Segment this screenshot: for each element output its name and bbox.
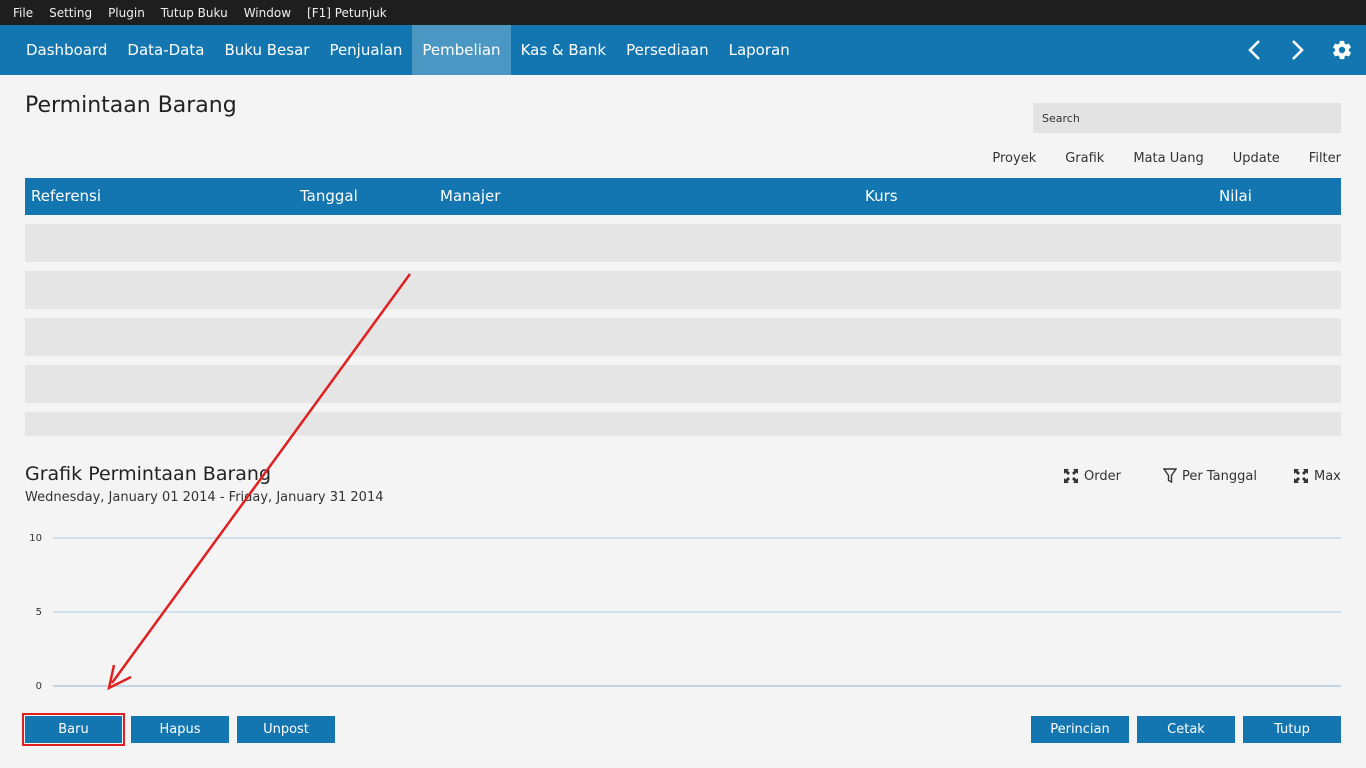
table-row[interactable]	[25, 271, 1341, 309]
y-tick-label: 5	[36, 607, 42, 618]
filter-icon	[1163, 468, 1177, 484]
max-label: Max	[1314, 468, 1341, 484]
y-tick-label: 10	[29, 533, 42, 544]
chart-plot: 10 5 0	[29, 533, 1341, 692]
tab-persediaan[interactable]: Persediaan	[616, 25, 719, 75]
expand-icon	[1064, 469, 1078, 483]
y-tick-label: 0	[36, 681, 42, 692]
cetak-button[interactable]: Cetak	[1137, 716, 1235, 743]
perincian-button[interactable]: Perincian	[1031, 716, 1129, 743]
update-button[interactable]: Update	[1233, 151, 1280, 166]
column-referensi[interactable]: Referensi	[31, 178, 101, 215]
hapus-button[interactable]: Hapus	[131, 716, 229, 743]
table-row[interactable]	[25, 412, 1341, 436]
table-header: Referensi Tanggal Manajer Kurs Nilai	[25, 178, 1341, 215]
menu-window[interactable]: Window	[244, 6, 291, 20]
list-toolbar: Proyek Grafik Mata Uang Update Filter	[963, 151, 1341, 166]
mata-uang-button[interactable]: Mata Uang	[1133, 151, 1203, 166]
menu-plugin[interactable]: Plugin	[108, 6, 145, 20]
page-title: Permintaan Barang	[25, 93, 237, 118]
order-button[interactable]: Order	[1063, 468, 1121, 484]
menu-petunjuk[interactable]: [F1] Petunjuk	[307, 6, 387, 20]
main-nav: Dashboard Data-Data Buku Besar Penjualan…	[0, 25, 1366, 75]
tab-data-data[interactable]: Data-Data	[117, 25, 214, 75]
maximize-icon	[1294, 469, 1308, 483]
tab-dashboard[interactable]: Dashboard	[0, 25, 117, 75]
tab-buku-besar[interactable]: Buku Besar	[214, 25, 319, 75]
unpost-button[interactable]: Unpost	[237, 716, 335, 743]
table-row[interactable]	[25, 318, 1341, 356]
menu-bar: File Setting Plugin Tutup Buku Window [F…	[0, 0, 1366, 25]
column-manajer[interactable]: Manajer	[440, 178, 500, 215]
per-tanggal-button[interactable]: Per Tanggal	[1163, 468, 1257, 484]
tutup-button[interactable]: Tutup	[1243, 716, 1341, 743]
filter-button[interactable]: Filter	[1309, 151, 1341, 166]
chevron-left-icon[interactable]	[1232, 25, 1276, 75]
tab-pembelian[interactable]: Pembelian	[412, 25, 511, 75]
table-row[interactable]	[25, 365, 1341, 403]
chart-date-range: Wednesday, January 01 2014 - Friday, Jan…	[25, 490, 384, 505]
order-label: Order	[1084, 468, 1121, 484]
chevron-right-icon[interactable]	[1276, 25, 1320, 75]
tab-kas-bank[interactable]: Kas & Bank	[511, 25, 617, 75]
search-input[interactable]	[1033, 103, 1341, 133]
column-tanggal[interactable]: Tanggal	[300, 178, 358, 215]
table-row[interactable]	[25, 224, 1341, 262]
max-button[interactable]: Max	[1293, 468, 1341, 484]
tab-laporan[interactable]: Laporan	[719, 25, 800, 75]
proyek-button[interactable]: Proyek	[992, 151, 1036, 166]
per-tanggal-label: Per Tanggal	[1182, 468, 1257, 484]
baru-button[interactable]: Baru	[25, 716, 122, 743]
menu-setting[interactable]: Setting	[49, 6, 92, 20]
column-nilai[interactable]: Nilai	[1219, 178, 1252, 215]
column-kurs[interactable]: Kurs	[865, 178, 898, 215]
grafik-button[interactable]: Grafik	[1065, 151, 1104, 166]
chart-title: Grafik Permintaan Barang	[25, 463, 272, 485]
menu-file[interactable]: File	[13, 6, 33, 20]
gear-icon[interactable]	[1320, 25, 1364, 75]
tab-penjualan[interactable]: Penjualan	[319, 25, 412, 75]
menu-tutup-buku[interactable]: Tutup Buku	[161, 6, 228, 20]
